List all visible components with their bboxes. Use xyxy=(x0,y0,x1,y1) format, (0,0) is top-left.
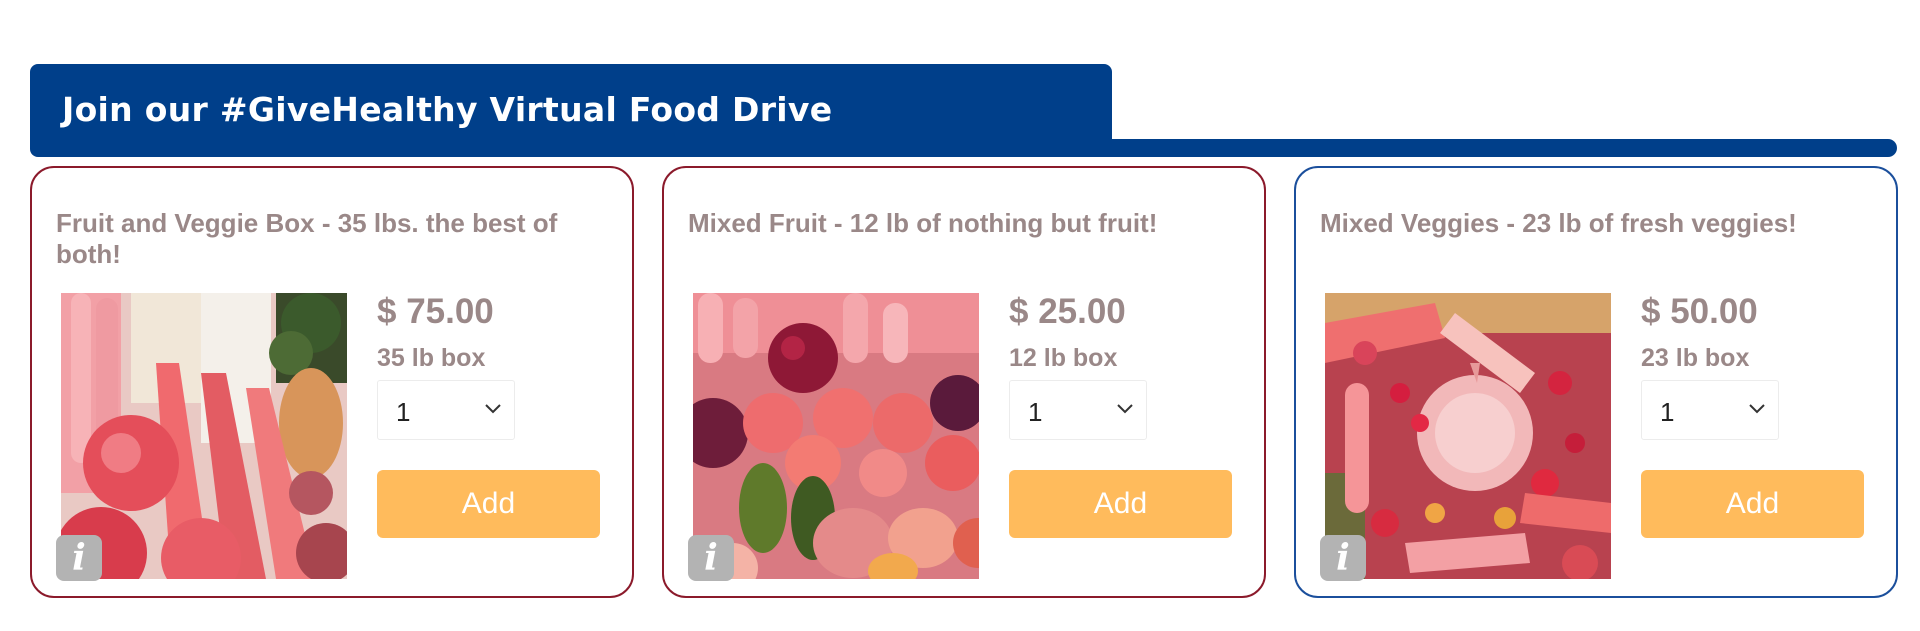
add-button[interactable]: Add xyxy=(377,470,600,538)
product-card-fruit-veggie-box: Fruit and Veggie Box - 35 lbs. the best … xyxy=(30,166,634,598)
product-title: Fruit and Veggie Box - 35 lbs. the best … xyxy=(56,208,558,269)
product-image-mixed-fruit xyxy=(693,293,979,579)
product-price: $ 50.00 xyxy=(1641,292,1758,331)
info-button[interactable]: i xyxy=(688,535,734,581)
product-size: 12 lb box xyxy=(1009,344,1118,372)
info-icon: i xyxy=(72,537,86,579)
quantity-select[interactable]: 1 xyxy=(1641,380,1779,440)
product-image-fruit-veggie xyxy=(61,293,347,579)
product-title: Mixed Veggies - 23 lb of fresh veggies! xyxy=(1320,208,1797,238)
chevron-down-icon xyxy=(1117,404,1133,414)
chevron-down-icon xyxy=(485,404,501,414)
info-icon: i xyxy=(1336,537,1350,579)
product-size: 35 lb box xyxy=(377,344,486,372)
product-image-mixed-veggies xyxy=(1325,293,1611,579)
quantity-select[interactable]: 1 xyxy=(377,380,515,440)
product-price: $ 25.00 xyxy=(1009,292,1126,331)
product-price: $ 75.00 xyxy=(377,292,494,331)
product-title: Mixed Fruit - 12 lb of nothing but fruit… xyxy=(688,208,1158,238)
header-banner: Join our #GiveHealthy Virtual Food Drive xyxy=(30,64,1112,157)
add-button[interactable]: Add xyxy=(1641,470,1864,538)
quantity-value: 1 xyxy=(1660,397,1675,427)
product-card-mixed-veggies: Mixed Veggies - 23 lb of fresh veggies! xyxy=(1294,166,1898,598)
banner-title: Join our #GiveHealthy Virtual Food Drive xyxy=(62,90,833,129)
product-size: 23 lb box xyxy=(1641,344,1750,372)
food-drive-section: Join our #GiveHealthy Virtual Food Drive… xyxy=(0,0,1920,631)
info-button[interactable]: i xyxy=(1320,535,1366,581)
quantity-value: 1 xyxy=(396,397,411,427)
quantity-value: 1 xyxy=(1028,397,1043,427)
add-button[interactable]: Add xyxy=(1009,470,1232,538)
quantity-select[interactable]: 1 xyxy=(1009,380,1147,440)
product-card-mixed-fruit: Mixed Fruit - 12 lb of nothing but fruit… xyxy=(662,166,1266,598)
chevron-down-icon xyxy=(1749,404,1765,414)
info-button[interactable]: i xyxy=(56,535,102,581)
info-icon: i xyxy=(704,537,718,579)
banner-underline xyxy=(1080,139,1897,157)
